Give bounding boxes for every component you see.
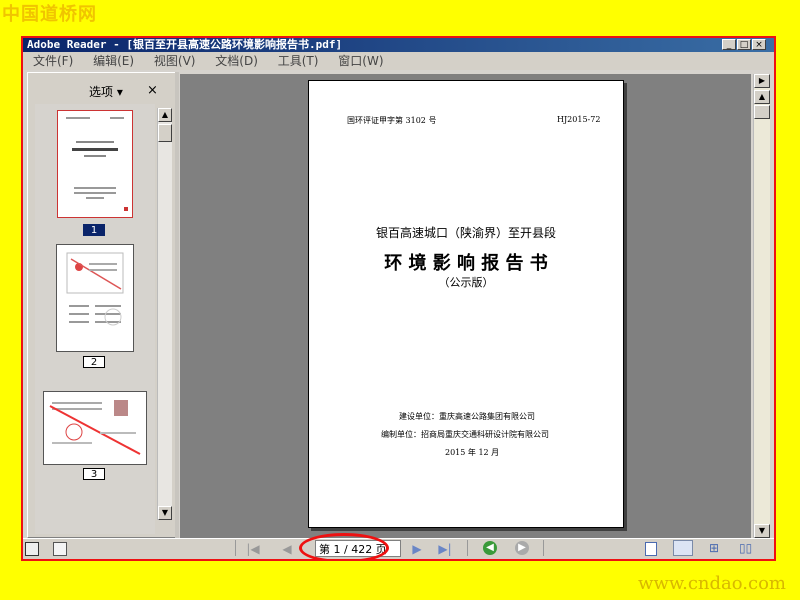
watermark-bottom: www.cndao.com xyxy=(638,573,786,594)
scroll-thumb[interactable] xyxy=(754,105,770,119)
watermark-top: 中国道桥网 xyxy=(2,4,97,25)
next-page-icon[interactable]: ▶ xyxy=(409,542,425,556)
report-date: 2015 年 12 月 xyxy=(445,448,500,457)
thumbnail-1-preview xyxy=(66,117,128,211)
menu-view[interactable]: 视图(V) xyxy=(154,54,196,68)
menu-window[interactable]: 窗口(W) xyxy=(338,54,383,68)
menu-edit[interactable]: 编辑(E) xyxy=(93,54,134,68)
pages-icon[interactable] xyxy=(25,542,39,556)
first-page-icon[interactable]: |◀ xyxy=(245,542,261,556)
builder-line: 建设单位：重庆高速公路集团有限公司 xyxy=(399,412,535,421)
maximize-button[interactable]: □ xyxy=(737,39,751,50)
panel-splitter[interactable] xyxy=(175,72,179,538)
menu-tools[interactable]: 工具(T) xyxy=(278,54,319,68)
scroll-down-icon[interactable]: ▼ xyxy=(754,524,770,538)
scroll-thumb[interactable] xyxy=(158,124,172,142)
scroll-up-icon[interactable]: ▲ xyxy=(158,108,172,122)
close-button[interactable]: × xyxy=(752,39,766,50)
go-forward-icon[interactable]: ▶ xyxy=(515,541,529,555)
separator xyxy=(543,540,544,556)
thumbnail-scrollbar[interactable]: ▲ ▼ xyxy=(157,108,172,520)
last-page-icon[interactable]: ▶| xyxy=(437,542,453,556)
project-name: 银百高速城口（陕渝界）至开县段 xyxy=(375,226,556,240)
go-back-icon[interactable]: ◀ xyxy=(483,541,497,555)
menu-file[interactable]: 文件(F) xyxy=(33,54,73,68)
thumbnail-label-3[interactable]: 3 xyxy=(83,468,105,480)
report-edition: （公示版） xyxy=(438,276,494,289)
doc-number: 国环评证甲字第 3102 号 xyxy=(347,116,437,125)
continuous-facing-icon[interactable]: ⊞ xyxy=(709,541,723,555)
separator xyxy=(467,540,468,556)
continuous-icon[interactable] xyxy=(673,540,693,556)
thumbnail-2-preview xyxy=(66,252,124,326)
window-title: Adobe Reader - [银百至开县高速公路环境影响报告书.pdf] xyxy=(23,38,774,52)
page-thumbnail-2[interactable] xyxy=(56,244,134,352)
single-page-icon[interactable] xyxy=(645,542,657,556)
highlight-circle xyxy=(299,533,389,559)
minimize-button[interactable]: _ xyxy=(722,39,736,50)
scroll-up-icon[interactable]: ▲ xyxy=(754,90,770,104)
page-thumbnail-1[interactable] xyxy=(57,110,133,218)
thumbnail-3-preview xyxy=(49,400,141,455)
thumbnail-label-2[interactable]: 2 xyxy=(83,356,105,368)
page-thumbnail-3[interactable] xyxy=(43,391,147,465)
prev-page-icon[interactable]: ◀ xyxy=(279,542,295,556)
options-dropdown[interactable]: 选项 ▾ xyxy=(89,83,123,100)
thumbnail-label-1[interactable]: 1 xyxy=(83,224,105,236)
scroll-up-icon[interactable]: ▶ xyxy=(754,74,770,88)
doc-code: HJ2015-72 xyxy=(557,115,601,124)
menu-bar: 文件(F) 编辑(E) 视图(V) 文档(D) 工具(T) 窗口(W) xyxy=(23,52,774,70)
window-controls: _ □ × xyxy=(722,39,766,50)
document-page: 国环评证甲字第 3102 号 HJ2015-72 银百高速城口（陕渝界）至开县段… xyxy=(308,80,624,528)
compiler-line: 编制单位：招商局重庆交通科研设计院有限公司 xyxy=(381,430,549,439)
separator xyxy=(235,540,236,556)
document-scrollbar[interactable]: ▶ ▲ ▼ xyxy=(753,74,770,538)
scroll-down-icon[interactable]: ▼ xyxy=(158,506,172,520)
menu-document[interactable]: 文档(D) xyxy=(215,54,258,68)
report-title: 环 境 影 响 报 告 书 xyxy=(384,253,548,274)
close-panel-icon[interactable]: × xyxy=(147,83,158,98)
layers-icon[interactable] xyxy=(53,542,67,556)
facing-icon[interactable]: ▯▯ xyxy=(739,541,755,555)
app-window: Adobe Reader - [银百至开县高速公路环境影响报告书.pdf] _ … xyxy=(21,36,776,561)
